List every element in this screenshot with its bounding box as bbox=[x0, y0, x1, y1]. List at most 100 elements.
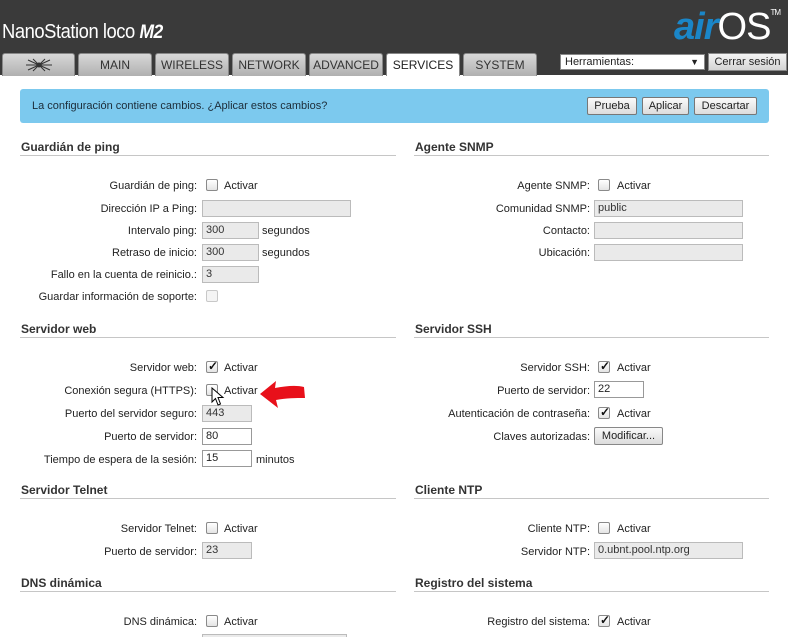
snmp-location-input[interactable] bbox=[594, 244, 743, 261]
snmp-contact-input[interactable] bbox=[594, 222, 743, 239]
section-title-ddns: DNS dinámica bbox=[21, 576, 102, 590]
tab-system[interactable]: SYSTEM bbox=[463, 53, 537, 76]
section-divider bbox=[20, 591, 396, 592]
ping-interval-unit: segundos bbox=[262, 225, 310, 237]
section-divider bbox=[414, 591, 769, 592]
mouse-cursor-icon bbox=[211, 387, 225, 406]
failure-count-input[interactable]: 3 bbox=[202, 266, 259, 283]
startup-delay-unit: segundos bbox=[262, 247, 310, 259]
session-timeout-input[interactable]: 15 bbox=[202, 450, 252, 467]
section-divider bbox=[20, 498, 396, 499]
authorized-keys-label: Claves autorizadas: bbox=[493, 431, 590, 443]
telnet-server-label: Servidor Telnet: bbox=[120, 523, 197, 535]
test-button[interactable]: Prueba bbox=[587, 97, 637, 115]
ntp-server-input[interactable]: 0.ubnt.pool.ntp.org bbox=[594, 542, 743, 559]
snmp-community-input[interactable]: public bbox=[594, 200, 743, 217]
section-title-ntp: Cliente NTP bbox=[415, 483, 483, 497]
tab-advanced[interactable]: ADVANCED bbox=[309, 53, 383, 76]
ssh-port-label: Puerto de servidor: bbox=[497, 385, 590, 397]
ssh-server-enable-text: Activar bbox=[617, 362, 651, 374]
tab-wireless[interactable]: WIRELESS bbox=[155, 53, 229, 76]
ntp-client-enable-text: Activar bbox=[617, 523, 651, 535]
logo-tm: TM bbox=[770, 8, 781, 17]
tab-main[interactable]: MAIN bbox=[78, 53, 152, 76]
syslog-enable-text: Activar bbox=[617, 616, 651, 628]
save-support-info-label: Guardar información de soporte: bbox=[38, 291, 197, 303]
chevron-down-icon: ▼ bbox=[690, 57, 699, 67]
web-port-label: Puerto de servidor: bbox=[104, 431, 197, 443]
snmp-agent-label: Agente SNMP: bbox=[517, 180, 590, 192]
product-name-text: NanoStation loco bbox=[2, 21, 135, 43]
tab-ubiquiti-logo[interactable] bbox=[2, 53, 75, 76]
logout-button[interactable]: Cerrar sesión bbox=[708, 53, 787, 71]
telnet-server-enable-text: Activar bbox=[224, 523, 258, 535]
web-server-enable-text: Activar bbox=[224, 362, 258, 374]
snmp-location-label: Ubicación: bbox=[538, 247, 590, 259]
airos-logo: airOSTM bbox=[674, 6, 781, 49]
snmp-agent-enable-text: Activar bbox=[617, 180, 651, 192]
red-arrow-icon bbox=[260, 381, 305, 408]
ssh-port-input[interactable]: 22 bbox=[594, 381, 644, 398]
ping-ip-label: Dirección IP a Ping: bbox=[100, 203, 197, 215]
apply-button[interactable]: Aplicar bbox=[642, 97, 689, 115]
telnet-port-input[interactable]: 23 bbox=[202, 542, 252, 559]
ping-watchdog-checkbox[interactable] bbox=[206, 179, 218, 191]
section-divider bbox=[20, 155, 396, 156]
ddns-enable-text: Activar bbox=[224, 616, 258, 628]
section-title-web-server: Servidor web bbox=[21, 322, 97, 336]
ssh-server-checkbox[interactable] bbox=[598, 359, 610, 373]
ping-interval-label: Intervalo ping: bbox=[127, 225, 197, 237]
syslog-label: Registro del sistema: bbox=[487, 616, 590, 628]
ubiquiti-logo-icon bbox=[25, 58, 52, 72]
section-divider bbox=[414, 337, 769, 338]
product-model: M2 bbox=[139, 22, 163, 43]
ping-watchdog-enable-text: Activar bbox=[224, 180, 258, 192]
section-divider bbox=[20, 337, 396, 338]
web-port-input[interactable]: 80 bbox=[202, 428, 252, 445]
snmp-contact-label: Contacto: bbox=[542, 225, 590, 237]
save-support-info-checkbox[interactable] bbox=[206, 290, 218, 302]
password-auth-checkbox[interactable] bbox=[598, 405, 610, 419]
tab-network[interactable]: NETWORK bbox=[232, 53, 306, 76]
modify-keys-button[interactable]: Modificar... bbox=[594, 427, 663, 445]
section-divider bbox=[414, 155, 769, 156]
ping-interval-input[interactable]: 300 bbox=[202, 222, 259, 239]
telnet-server-checkbox[interactable] bbox=[206, 522, 218, 534]
web-server-label: Servidor web: bbox=[129, 362, 197, 374]
telnet-port-label: Puerto de servidor: bbox=[104, 546, 197, 558]
product-name: NanoStation loco M2 bbox=[2, 21, 163, 44]
pending-changes-notice: La configuración contiene cambios. ¿Apli… bbox=[20, 89, 769, 123]
ntp-client-checkbox[interactable] bbox=[598, 522, 610, 534]
discard-button[interactable]: Descartar bbox=[694, 97, 757, 115]
password-auth-enable-text: Activar bbox=[617, 408, 651, 420]
startup-delay-label: Retraso de inicio: bbox=[112, 247, 197, 259]
logo-air: air bbox=[674, 6, 718, 48]
ping-watchdog-label: Guardián de ping: bbox=[109, 180, 197, 192]
secure-port-input[interactable]: 443 bbox=[202, 405, 252, 422]
ssh-server-label: Servidor SSH: bbox=[520, 362, 590, 374]
section-title-syslog: Registro del sistema bbox=[415, 576, 533, 590]
ping-ip-input[interactable] bbox=[202, 200, 351, 217]
section-title-telnet: Servidor Telnet bbox=[21, 483, 108, 497]
session-timeout-unit: minutos bbox=[256, 454, 295, 466]
web-server-checkbox[interactable] bbox=[206, 359, 218, 373]
notice-message: La configuración contiene cambios. ¿Apli… bbox=[32, 100, 328, 112]
snmp-agent-checkbox[interactable] bbox=[598, 179, 610, 191]
syslog-checkbox[interactable] bbox=[598, 613, 610, 627]
password-auth-label: Autenticación de contraseña: bbox=[448, 408, 590, 420]
snmp-community-label: Comunidad SNMP: bbox=[495, 203, 590, 215]
ntp-client-label: Cliente NTP: bbox=[527, 523, 590, 535]
section-title-snmp: Agente SNMP bbox=[415, 140, 494, 154]
ddns-checkbox[interactable] bbox=[206, 615, 218, 627]
secure-port-label: Puerto del servidor seguro: bbox=[64, 408, 197, 420]
startup-delay-input[interactable]: 300 bbox=[202, 244, 259, 261]
failure-count-label: Fallo en la cuenta de reinicio.: bbox=[50, 269, 197, 281]
https-enable-text: Activar bbox=[224, 385, 258, 397]
section-divider bbox=[414, 498, 769, 499]
tab-services[interactable]: SERVICES bbox=[386, 53, 460, 76]
tools-select[interactable]: Herramientas: ▼ bbox=[560, 54, 705, 70]
ntp-server-label: Servidor NTP: bbox=[520, 546, 590, 558]
https-label: Conexión segura (HTTPS): bbox=[64, 385, 197, 397]
section-title-ping-watchdog: Guardián de ping bbox=[21, 140, 120, 154]
section-title-ssh: Servidor SSH bbox=[415, 322, 492, 336]
